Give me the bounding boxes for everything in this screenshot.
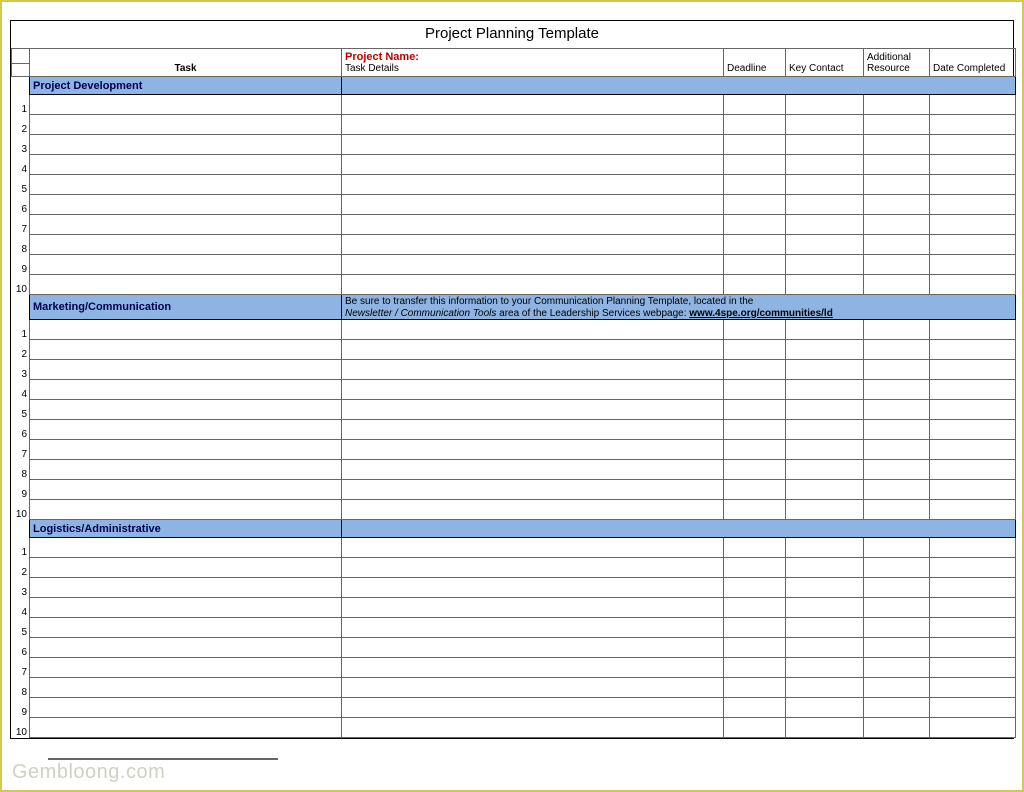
table-row[interactable]: 10: [12, 500, 1016, 520]
row-number: 2: [12, 558, 30, 578]
note-line2-rest: area of the Leadership Services webpage:: [496, 308, 689, 319]
row-number: 9: [12, 480, 30, 500]
row-number: 9: [12, 255, 30, 275]
row-number: 1: [12, 538, 30, 558]
table-row[interactable]: 4: [12, 380, 1016, 400]
row-number: 10: [12, 718, 30, 738]
table-row[interactable]: 3: [12, 578, 1016, 598]
row-number: 4: [12, 155, 30, 175]
note-link[interactable]: www.4spe.org/communities/ld: [689, 308, 833, 319]
row-number: 6: [12, 638, 30, 658]
section-label: Marketing/Communication: [30, 295, 342, 320]
row-number: 7: [12, 440, 30, 460]
row-number: 3: [12, 578, 30, 598]
row-number: 2: [12, 115, 30, 135]
table-row[interactable]: 1: [12, 320, 1016, 340]
table-row[interactable]: 2: [12, 340, 1016, 360]
row-number: 3: [12, 135, 30, 155]
row-number: 2: [12, 340, 30, 360]
row-number: 6: [12, 420, 30, 440]
table-row[interactable]: 4: [12, 155, 1016, 175]
table-row[interactable]: 8: [12, 235, 1016, 255]
table-row[interactable]: 4: [12, 598, 1016, 618]
table-row[interactable]: 3: [12, 360, 1016, 380]
additional-l2: Resource: [867, 63, 910, 74]
table-row[interactable]: 3: [12, 135, 1016, 155]
note-line2-italic: Newsletter / Communication Tools: [345, 308, 496, 319]
col-task: Task: [30, 49, 342, 77]
additional-l1: Additional: [867, 52, 911, 63]
note-line1: Be sure to transfer this information to …: [345, 296, 753, 307]
row-number: 8: [12, 678, 30, 698]
section-label: Project Development: [30, 77, 342, 95]
table-row[interactable]: 5: [12, 175, 1016, 195]
table-row[interactable]: 6: [12, 420, 1016, 440]
watermark: Gembloong.com: [12, 761, 165, 784]
col-date-completed: Date Completed: [930, 49, 1016, 77]
row-number: 7: [12, 658, 30, 678]
page-title: Project Planning Template: [11, 21, 1013, 48]
row-number: 9: [12, 698, 30, 718]
table-row[interactable]: 9: [12, 255, 1016, 275]
section-label: Logistics/Administrative: [30, 520, 342, 538]
table-row[interactable]: 2: [12, 115, 1016, 135]
table-row[interactable]: 7: [12, 215, 1016, 235]
section-logistics-administrative: Logistics/Administrative: [12, 520, 1016, 538]
section-note: [342, 77, 1016, 95]
table-row[interactable]: 10: [12, 275, 1016, 295]
table-row[interactable]: 5: [12, 618, 1016, 638]
table-row[interactable]: 8: [12, 460, 1016, 480]
row-number: 8: [12, 235, 30, 255]
row-number: 1: [12, 320, 30, 340]
watermark-strike: [48, 758, 278, 760]
row-number: 10: [12, 500, 30, 520]
table-row[interactable]: 2: [12, 558, 1016, 578]
row-number: 10: [12, 275, 30, 295]
table-row[interactable]: 9: [12, 698, 1016, 718]
row-number: 5: [12, 400, 30, 420]
planning-sheet: Project Planning Template Task Project N…: [10, 20, 1014, 739]
section-marketing-communication: Marketing/Communication Be sure to trans…: [12, 295, 1016, 320]
table-row[interactable]: 7: [12, 658, 1016, 678]
section-note: [342, 520, 1016, 538]
table-row[interactable]: 1: [12, 95, 1016, 115]
section-note: Be sure to transfer this information to …: [342, 295, 1016, 320]
row-number: 5: [12, 175, 30, 195]
row-number: 7: [12, 215, 30, 235]
row-number: 3: [12, 360, 30, 380]
table-row[interactable]: 10: [12, 718, 1016, 738]
col-task-details: Task Details: [342, 63, 724, 77]
project-name-label: Project Name:: [342, 49, 724, 64]
section-project-development: Project Development: [12, 77, 1016, 95]
table-row[interactable]: 1: [12, 538, 1016, 558]
header-row-1: Task Project Name: Deadline Key Contact …: [12, 49, 1016, 64]
col-key-contact: Key Contact: [786, 49, 864, 77]
col-deadline: Deadline: [724, 49, 786, 77]
table-row[interactable]: 7: [12, 440, 1016, 460]
row-number: 1: [12, 95, 30, 115]
row-number: 4: [12, 598, 30, 618]
table-row[interactable]: 6: [12, 638, 1016, 658]
table-row[interactable]: 8: [12, 678, 1016, 698]
table-row[interactable]: 6: [12, 195, 1016, 215]
table-row[interactable]: 9: [12, 480, 1016, 500]
row-number: 4: [12, 380, 30, 400]
col-additional-resource: Additional Resource: [864, 49, 930, 77]
row-number: 8: [12, 460, 30, 480]
row-number: 5: [12, 618, 30, 638]
planning-table: Task Project Name: Deadline Key Contact …: [11, 48, 1016, 738]
table-row[interactable]: 5: [12, 400, 1016, 420]
row-number: 6: [12, 195, 30, 215]
